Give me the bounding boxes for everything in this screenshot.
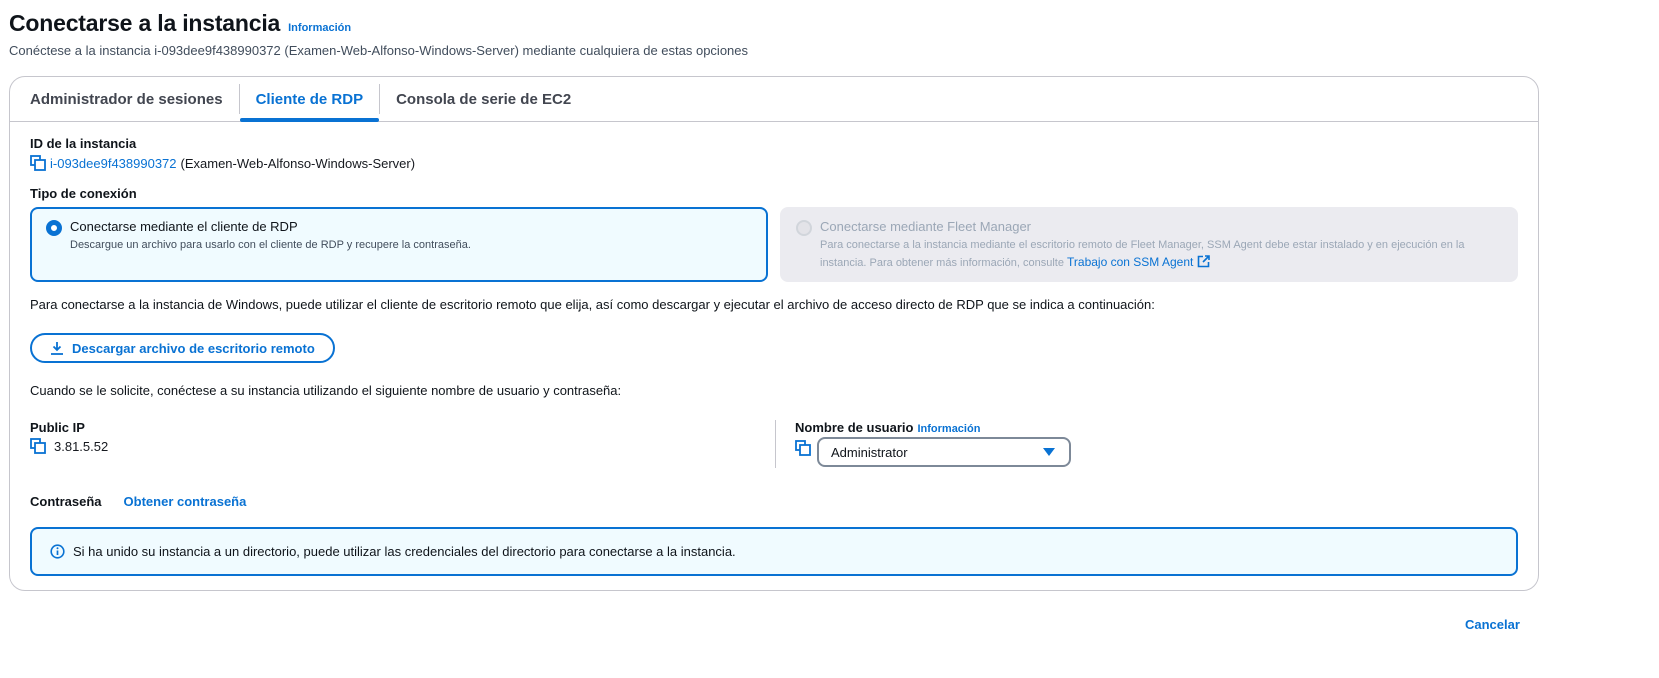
rdp-client-option[interactable]: Conectarse mediante el cliente de RDP De… (30, 207, 768, 282)
external-link-icon (1197, 255, 1210, 273)
ssm-agent-link[interactable]: Trabajo con SSM Agent (1067, 255, 1210, 269)
username-value: Administrator (831, 444, 908, 460)
tab-bar: Administrador de sesiones Cliente de RDP… (10, 77, 1538, 122)
download-icon (50, 341, 64, 355)
page-subtitle: Conéctese a la instancia i-093dee9f43899… (9, 43, 749, 58)
tab-content: ID de la instancia i-093dee9f438990372 (… (30, 122, 1518, 576)
password-label: Contraseña (30, 494, 102, 509)
copy-icon[interactable] (30, 438, 46, 454)
connect-panel: Administrador de sesiones Cliente de RDP… (9, 76, 1539, 591)
get-password-link[interactable]: Obtener contraseña (124, 494, 247, 509)
caret-down-icon (1043, 448, 1055, 456)
tab-session-manager[interactable]: Administrador de sesiones (14, 77, 239, 121)
username-label: Nombre de usuario (795, 420, 914, 435)
radio-selected[interactable] (46, 220, 62, 236)
instance-id-label: ID de la instancia (30, 136, 137, 151)
public-ip-value: 3.81.5.52 (54, 438, 109, 454)
option-description: Descargue un archivo para usarlo con el … (70, 239, 471, 251)
rdp-instructions: Para conectarse a la instancia de Window… (30, 297, 1155, 312)
info-circle-icon (50, 544, 65, 559)
copy-icon[interactable] (795, 440, 811, 456)
page-header: Conectarse a la instancia Información Co… (9, 10, 748, 58)
page-title: Conectarse a la instancia (9, 10, 281, 36)
info-link[interactable]: Información (917, 423, 980, 435)
fleet-manager-option: Conectarse mediante Fleet Manager Para c… (780, 207, 1518, 282)
alert-text: Si ha unido su instancia a un directorio… (73, 544, 736, 559)
download-button-label: Descargar archivo de escritorio remoto (72, 340, 315, 356)
option-title: Conectarse mediante el cliente de RDP (70, 219, 298, 234)
info-alert: Si ha unido su instancia a un directorio… (30, 527, 1518, 576)
tab-ec2-serial-console[interactable]: Consola de serie de EC2 (380, 77, 587, 121)
tab-rdp-client[interactable]: Cliente de RDP (239, 77, 380, 122)
option-title: Conectarse mediante Fleet Manager (820, 219, 1032, 234)
info-link[interactable]: Información (288, 22, 351, 34)
credentials-instructions: Cuando se le solicite, conéctese a su in… (30, 383, 622, 398)
download-rdp-file-button[interactable]: Descargar archivo de escritorio remoto (30, 333, 335, 363)
username-select[interactable]: Administrator (817, 437, 1071, 467)
cancel-button[interactable]: Cancelar (1465, 617, 1520, 632)
option-description: Para conectarse a la instancia mediante … (820, 237, 1464, 273)
instance-id-link[interactable]: i-093dee9f438990372 (50, 156, 177, 171)
connection-type-label: Tipo de conexión (30, 186, 137, 201)
instance-name: (Examen-Web-Alfonso-Windows-Server) (180, 155, 416, 171)
radio-disabled (796, 220, 812, 236)
public-ip-label: Public IP (30, 420, 85, 435)
copy-icon[interactable] (30, 155, 46, 171)
